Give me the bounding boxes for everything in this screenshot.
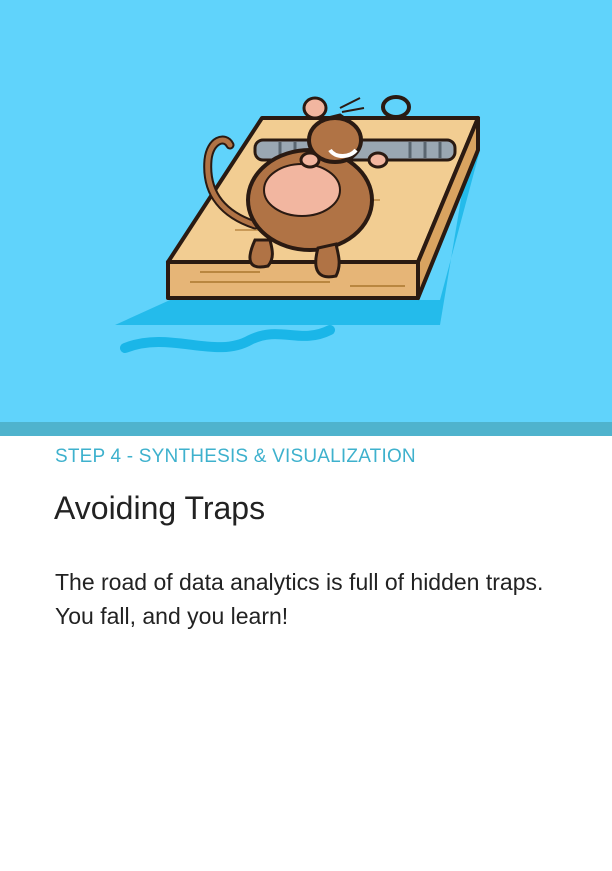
step-label: STEP 4 - SYNTHESIS & VISUALIZATION bbox=[55, 446, 416, 467]
tail-shadow bbox=[120, 325, 335, 353]
card-title: Avoiding Traps bbox=[54, 490, 266, 526]
card: STEP 4 - SYNTHESIS & VISUALIZATION Avoid… bbox=[0, 0, 612, 871]
hero-divider-band bbox=[0, 422, 612, 436]
trap-ring bbox=[381, 95, 411, 119]
card-description: The road of data analytics is full of hi… bbox=[55, 569, 544, 629]
mousetrap-illustration bbox=[115, 95, 480, 353]
mouse-ear bbox=[302, 96, 328, 120]
mouse-belly bbox=[263, 163, 341, 217]
trap-board-front bbox=[166, 260, 420, 300]
hero-illustration bbox=[0, 0, 612, 422]
